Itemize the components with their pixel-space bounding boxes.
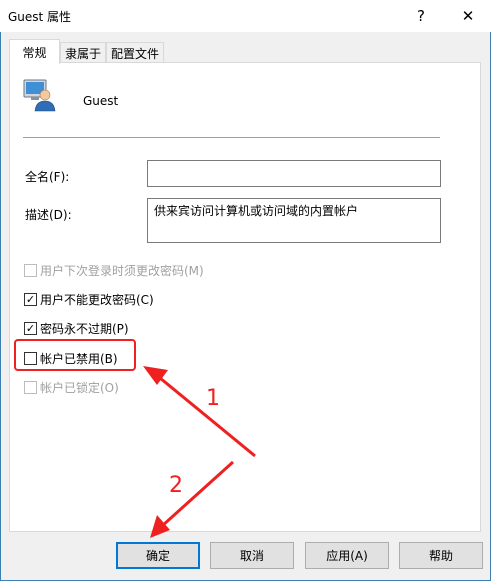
annotation-step-1: 1 bbox=[206, 386, 220, 411]
arrow-head-icon bbox=[150, 515, 170, 538]
annotation-step-2: 2 bbox=[169, 473, 183, 498]
tab-general[interactable]: 常规 bbox=[9, 39, 60, 64]
apply-button[interactable]: 应用(A) bbox=[305, 542, 389, 569]
help-dialog-button[interactable]: 帮助 bbox=[399, 542, 483, 569]
ok-button[interactable]: 确定 bbox=[116, 542, 200, 569]
cancel-button[interactable]: 取消 bbox=[210, 542, 294, 569]
annotation-arrows bbox=[143, 366, 256, 538]
